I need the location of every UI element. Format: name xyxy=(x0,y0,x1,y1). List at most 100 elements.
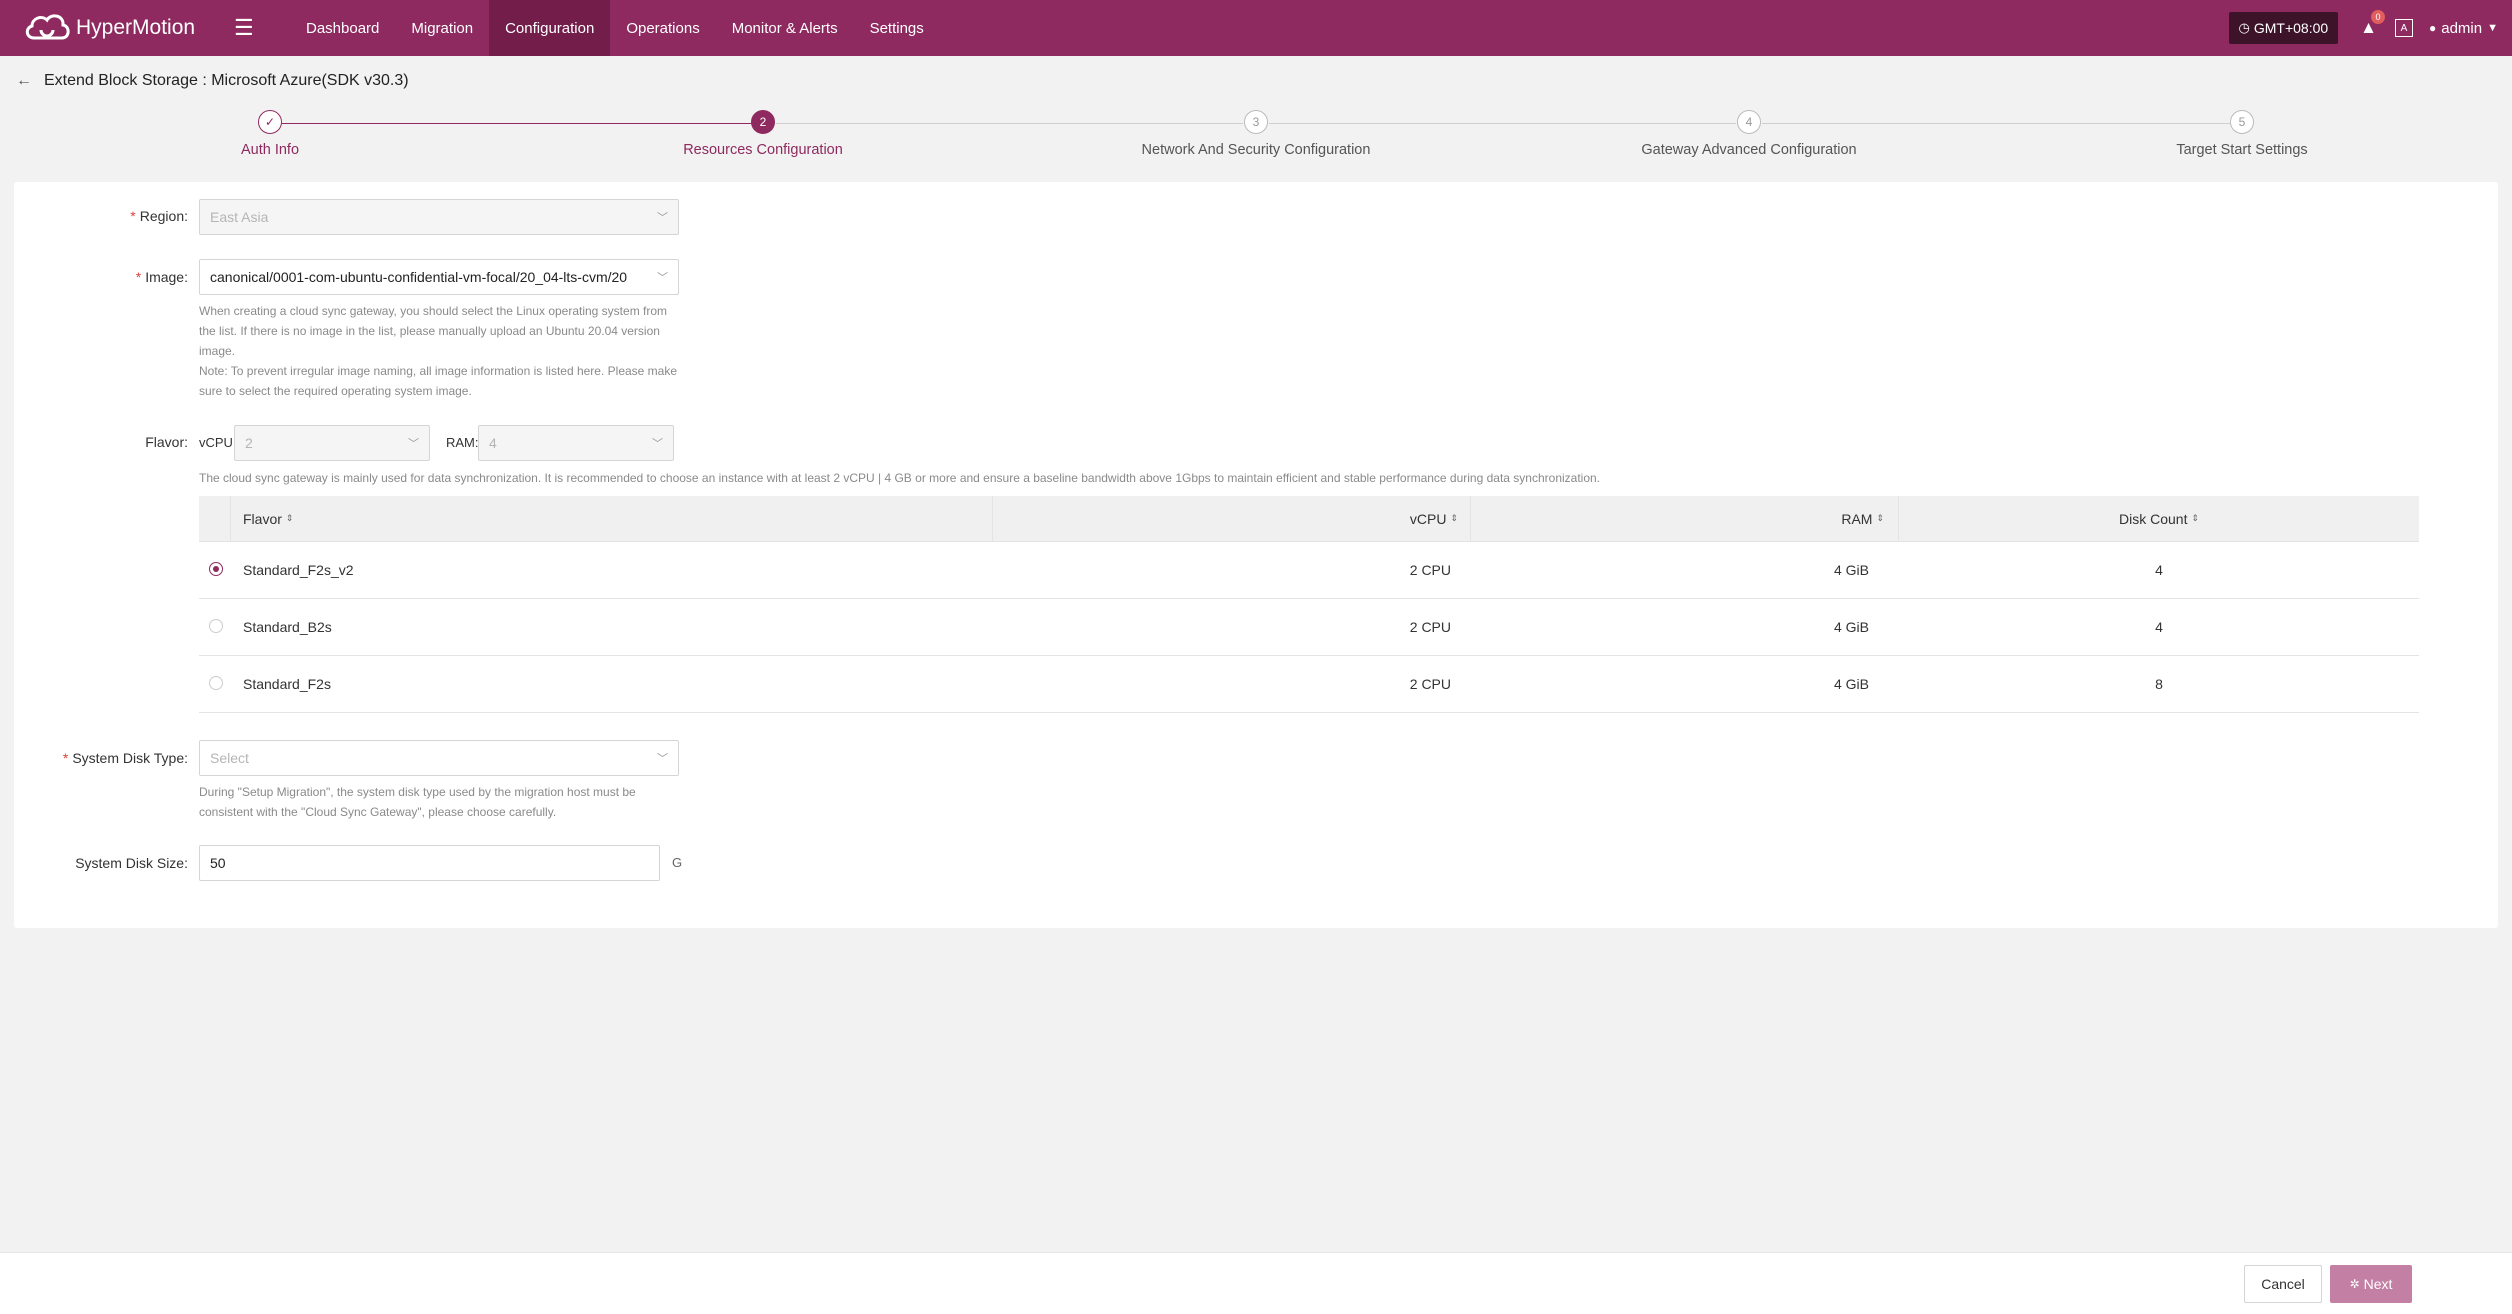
sort-icon: ⇕ xyxy=(285,513,294,523)
cell-vcpu: 2 CPU xyxy=(1409,619,1451,635)
cell-vcpu: 2 CPU xyxy=(1409,676,1451,692)
vcpu-value: 2 xyxy=(245,435,253,451)
flavor-hint: The cloud sync gateway is mainly used fo… xyxy=(199,471,1601,485)
timezone-label: GMT+08:00 xyxy=(2253,20,2329,36)
nav-operations[interactable]: Operations xyxy=(610,0,715,56)
cloud-logo-icon xyxy=(25,14,70,40)
vcpu-label: vCPU: xyxy=(199,435,237,450)
footer-bar: Cancel ✲ Next xyxy=(0,1252,2512,1314)
cell-vcpu: 2 CPU xyxy=(1409,562,1451,578)
cell-flavor: Standard_F2s xyxy=(243,676,331,692)
step-label: Network And Security Configuration xyxy=(1141,142,1371,158)
user-icon: ● xyxy=(2429,21,2437,35)
system-disk-type-hint: During "Setup Migration", the system dis… xyxy=(199,785,636,819)
username: admin xyxy=(2441,19,2483,37)
hamburger-menu-icon[interactable]: ☰ xyxy=(234,15,262,41)
nav-monitor-alerts[interactable]: Monitor & Alerts xyxy=(716,0,854,56)
wizard-steps: ✓ Auth Info 2 Resources Configuration 3 … xyxy=(0,110,2512,170)
nav-configuration[interactable]: Configuration xyxy=(489,0,611,56)
ram-select[interactable]: 4 ﹀ xyxy=(478,425,674,461)
table-row[interactable]: Standard_F2s 2 CPU 4 GiB 8 xyxy=(199,656,2419,713)
cell-flavor: Standard_F2s_v2 xyxy=(243,562,354,578)
step-label: Auth Info xyxy=(240,142,300,158)
notification-badge: 0 xyxy=(2371,10,2385,24)
timezone-button[interactable]: ◷ GMT+08:00 xyxy=(2228,12,2339,44)
cancel-button[interactable]: Cancel xyxy=(2244,1265,2322,1303)
table-header: Flavor ⇕ vCPU ⇕ RAM ⇕ Disk Count ⇕ xyxy=(199,495,2419,542)
step-label: Gateway Advanced Configuration xyxy=(1641,142,1857,158)
system-disk-size-label: System Disk Size: xyxy=(75,855,188,871)
flavor-label: Flavor: xyxy=(145,434,188,450)
row-radio[interactable] xyxy=(209,675,223,690)
system-disk-type-placeholder: Select xyxy=(210,750,249,766)
chevron-down-icon: ▼ xyxy=(2487,22,2498,34)
sort-icon: ⇕ xyxy=(1450,513,1458,523)
step-number: 3 xyxy=(1244,110,1268,134)
step-number: 5 xyxy=(2230,110,2254,134)
column-header-vcpu[interactable]: vCPU ⇕ xyxy=(993,495,1471,542)
disk-size-unit: G xyxy=(672,855,683,870)
row-radio[interactable] xyxy=(209,618,223,633)
cell-disk-count: 4 xyxy=(2155,562,2163,578)
row-radio[interactable] xyxy=(209,561,223,576)
nav-dashboard[interactable]: Dashboard xyxy=(290,0,395,56)
alert-bell-icon[interactable]: ▲ 0 xyxy=(2360,10,2385,38)
image-select[interactable]: canonical/0001-com-ubuntu-confidential-v… xyxy=(199,259,679,295)
page-header: ← Extend Block Storage : Microsoft Azure… xyxy=(16,72,409,90)
cell-ram: 4 GiB xyxy=(1833,562,1869,578)
ram-label: RAM: xyxy=(446,435,479,450)
chevron-down-icon: ﹀ xyxy=(652,438,663,450)
back-arrow-icon[interactable]: ← xyxy=(16,72,32,90)
cell-disk-count: 4 xyxy=(2155,619,2163,635)
resources-form-card: * Region: East Asia ﹀ * Image: canonical/0… xyxy=(14,182,2498,928)
column-header-flavor[interactable]: Flavor ⇕ xyxy=(231,495,993,542)
system-disk-size-input[interactable]: 50 xyxy=(199,845,660,881)
image-label: * Image: xyxy=(135,269,188,285)
logo[interactable]: HyperMotion xyxy=(22,8,212,48)
table-row[interactable]: Standard_B2s 2 CPU 4 GiB 4 xyxy=(199,599,2419,656)
step-number: 4 xyxy=(1737,110,1761,134)
language-icon[interactable]: A xyxy=(2395,19,2413,37)
chevron-down-icon: ﹀ xyxy=(657,753,668,765)
radio-column-header xyxy=(199,495,231,542)
user-menu[interactable]: ● admin ▼ xyxy=(2429,20,2498,37)
region-select[interactable]: East Asia ﹀ xyxy=(199,199,679,235)
chevron-down-icon: ﹀ xyxy=(408,438,419,450)
column-header-disk-count[interactable]: Disk Count ⇕ xyxy=(1899,496,2419,542)
app-name: HyperMotion xyxy=(76,16,196,39)
nav-migration[interactable]: Migration xyxy=(395,0,489,56)
step-resources-configuration[interactable]: 2 Resources Configuration xyxy=(613,110,913,158)
step-label: Target Start Settings xyxy=(2176,142,2308,158)
cell-ram: 4 GiB xyxy=(1833,619,1869,635)
flavor-table: Flavor ⇕ vCPU ⇕ RAM ⇕ Disk Count ⇕ Standard_… xyxy=(199,495,2419,713)
cell-disk-count: 8 xyxy=(2155,676,2163,692)
step-target-start[interactable]: 5 Target Start Settings xyxy=(2092,110,2392,158)
system-disk-type-select[interactable]: Select ﹀ xyxy=(199,740,679,776)
next-label: Next xyxy=(2363,1276,2393,1292)
chevron-down-icon: ﹀ xyxy=(657,212,668,224)
system-disk-type-label: * System Disk Type: xyxy=(62,750,188,766)
step-network-security[interactable]: 3 Network And Security Configuration xyxy=(1106,110,1406,158)
step-auth-info[interactable]: ✓ Auth Info xyxy=(120,110,420,158)
image-value: canonical/0001-com-ubuntu-confidential-v… xyxy=(210,269,628,285)
step-gateway-advanced[interactable]: 4 Gateway Advanced Configuration xyxy=(1599,110,1899,158)
vcpu-select[interactable]: 2 ﹀ xyxy=(234,425,430,461)
region-value: East Asia xyxy=(210,209,269,225)
cell-ram: 4 GiB xyxy=(1833,676,1869,692)
top-navbar: HyperMotion ☰ Dashboard Migration Config… xyxy=(0,0,2512,56)
column-header-ram[interactable]: RAM ⇕ xyxy=(1471,495,1899,542)
step-number: 2 xyxy=(751,110,775,134)
ram-value: 4 xyxy=(489,435,497,451)
check-icon: ✓ xyxy=(258,110,282,134)
region-label: * Region: xyxy=(130,208,188,224)
sort-icon: ⇕ xyxy=(2191,513,2199,523)
page-title: Extend Block Storage : Microsoft Azure(S… xyxy=(44,72,409,89)
image-hint: When creating a cloud sync gateway, you … xyxy=(199,304,678,398)
next-button[interactable]: ✲ Next xyxy=(2330,1265,2412,1303)
step-label: Resources Configuration xyxy=(683,142,843,158)
sort-icon: ⇕ xyxy=(1876,513,1884,523)
loading-icon: ✲ xyxy=(2349,1277,2360,1291)
table-row[interactable]: Standard_F2s_v2 2 CPU 4 GiB 4 xyxy=(199,542,2419,599)
nav-settings[interactable]: Settings xyxy=(854,0,940,56)
chevron-down-icon: ﹀ xyxy=(657,272,668,284)
